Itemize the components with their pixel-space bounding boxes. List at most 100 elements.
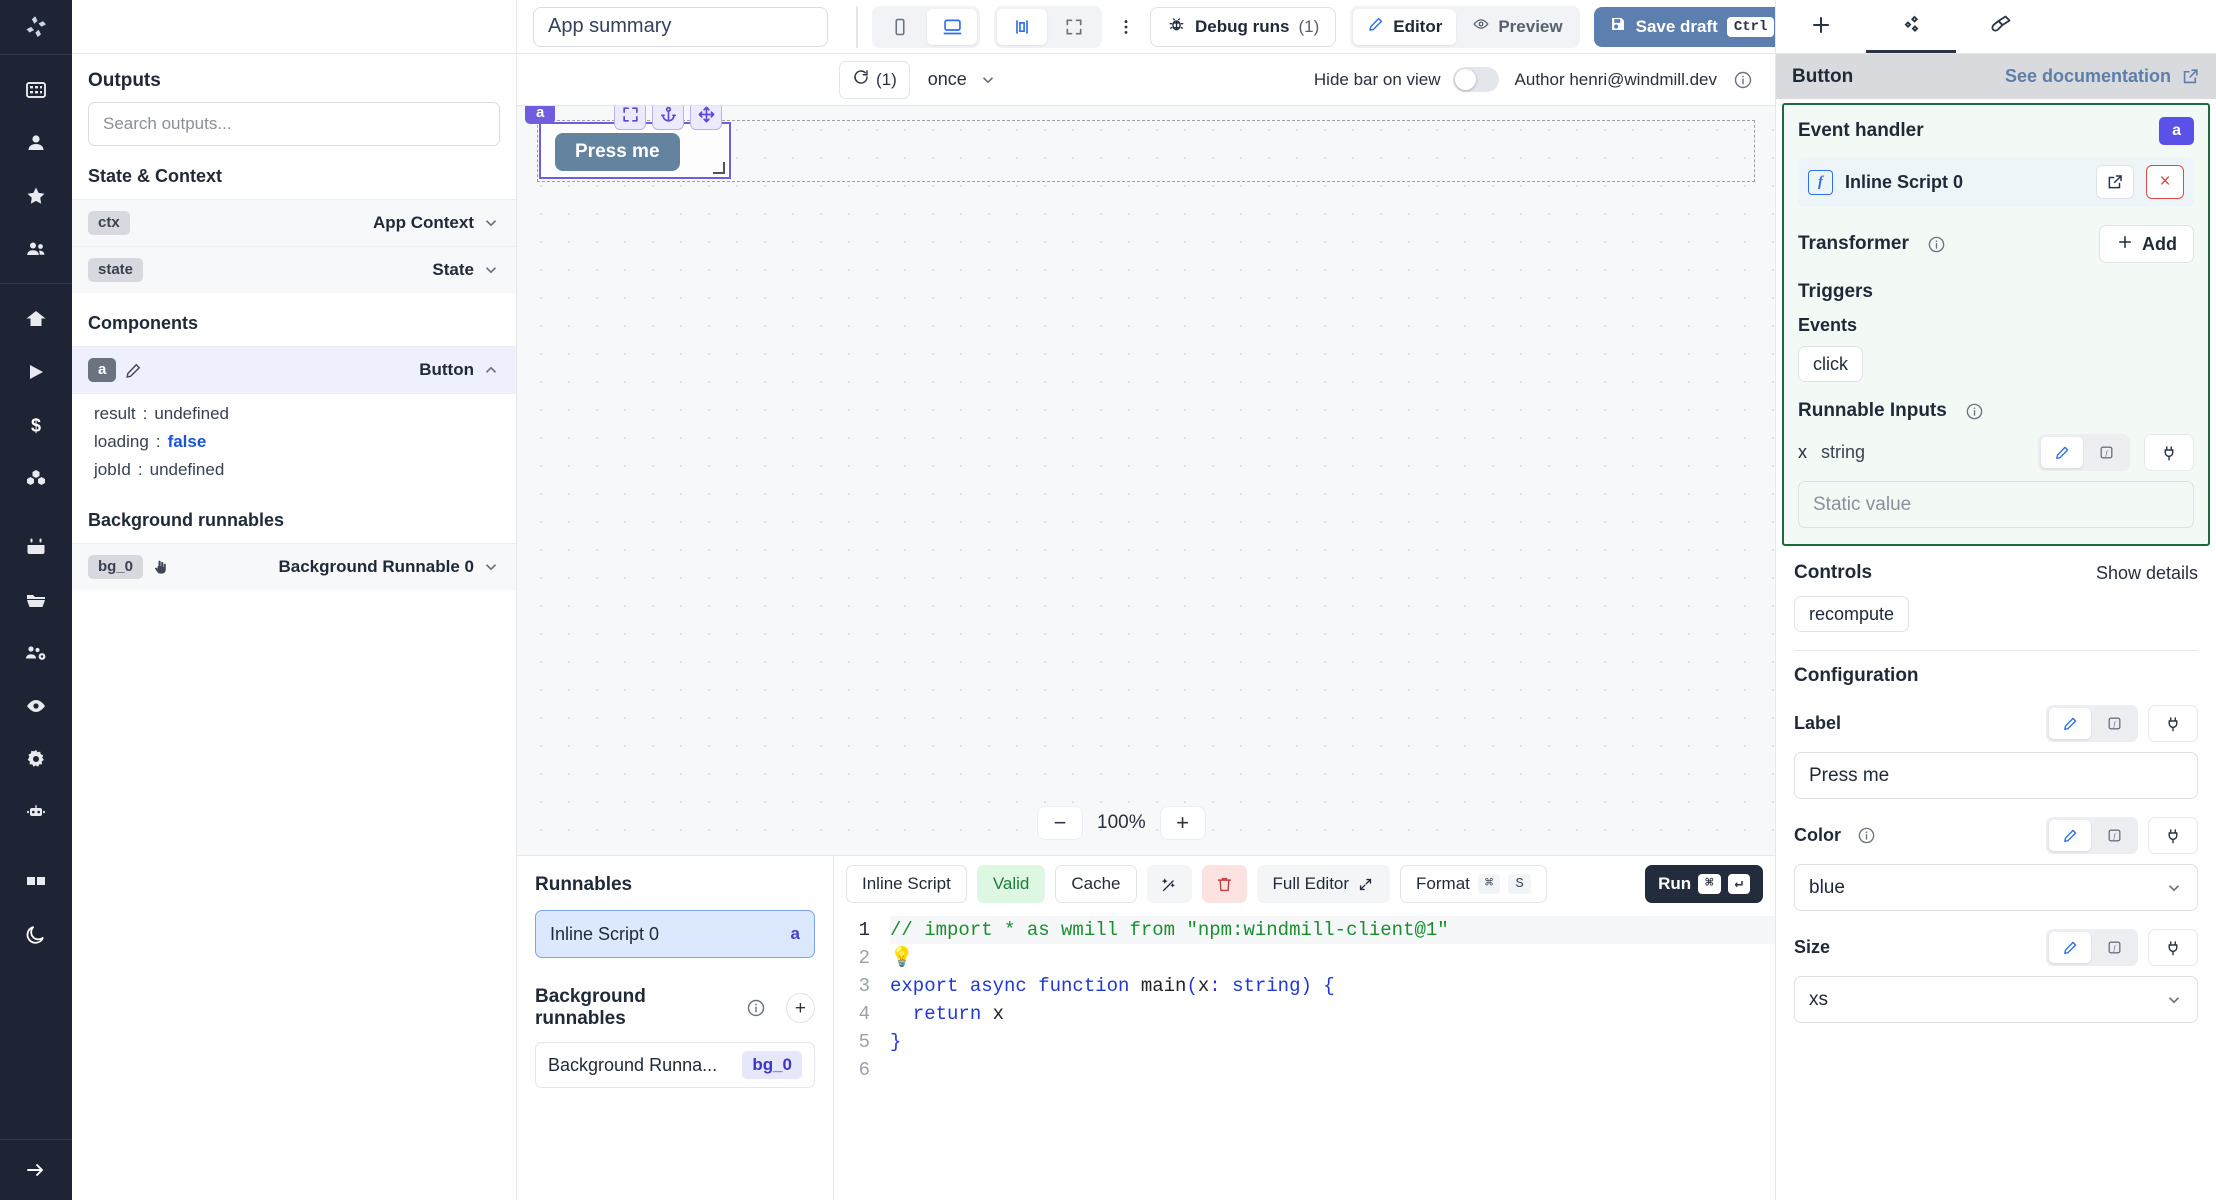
- config-color-select[interactable]: blue: [1794, 864, 2198, 911]
- script-kind-chip[interactable]: Inline Script: [846, 865, 967, 903]
- move-icon[interactable]: [690, 106, 722, 130]
- expression-mode-button[interactable]: f: [2085, 437, 2127, 468]
- info-icon[interactable]: [746, 998, 766, 1018]
- lightbulb-icon[interactable]: 💡: [890, 947, 914, 969]
- output-row-state[interactable]: state State: [72, 246, 516, 293]
- static-mode-button[interactable]: [2041, 437, 2083, 468]
- pencil-icon[interactable]: [124, 361, 143, 380]
- play-icon[interactable]: [0, 345, 72, 398]
- tab-preview[interactable]: Preview: [1458, 9, 1576, 45]
- static-mode-button[interactable]: [2049, 932, 2091, 963]
- arrow-right-icon[interactable]: [0, 1140, 72, 1200]
- event-handler-script-row[interactable]: f Inline Script 0 ×: [1798, 157, 2194, 207]
- background-runnable-item-bg0[interactable]: Background Runna... bg_0: [535, 1042, 815, 1088]
- app-canvas[interactable]: a Press me − 100% +: [517, 106, 1775, 855]
- event-chip-click[interactable]: click: [1798, 346, 1863, 382]
- see-documentation-link[interactable]: See documentation: [2005, 66, 2171, 87]
- moon-icon[interactable]: [0, 907, 72, 960]
- more-options-button[interactable]: [1116, 8, 1136, 46]
- expression-mode-button[interactable]: f: [2093, 820, 2135, 851]
- connect-color-button[interactable]: [2148, 817, 2198, 854]
- chevron-down-icon[interactable]: [482, 214, 500, 232]
- info-icon[interactable]: [1965, 402, 1984, 421]
- code-editor[interactable]: 1 2 3 4 5 6 // import * as wmill from "n…: [834, 912, 1775, 1200]
- add-transformer-button[interactable]: Add: [2099, 225, 2194, 263]
- eye-icon[interactable]: [0, 679, 72, 732]
- chevron-down-icon[interactable]: [482, 261, 500, 279]
- tab-add-component[interactable]: [1776, 0, 1866, 53]
- output-row-ctx[interactable]: ctx App Context: [72, 199, 516, 246]
- expression-mode-button[interactable]: f: [2093, 932, 2135, 963]
- frequency-select[interactable]: once: [922, 69, 997, 90]
- config-size-select[interactable]: xs: [1794, 976, 2198, 1023]
- tab-editor[interactable]: Editor: [1353, 8, 1457, 45]
- output-row-bg0[interactable]: bg_0 Background Runnable 0: [72, 543, 516, 590]
- expression-mode-button[interactable]: f: [2093, 708, 2135, 739]
- connect-label-button[interactable]: [2148, 705, 2198, 742]
- center-align-button[interactable]: [997, 8, 1047, 45]
- info-icon[interactable]: [1733, 70, 1753, 90]
- team-settings-icon[interactable]: [0, 626, 72, 679]
- config-label-input[interactable]: [1794, 752, 2198, 799]
- runnable-input-x-value[interactable]: [1798, 481, 2194, 528]
- info-icon[interactable]: [1857, 826, 1876, 845]
- show-details-link[interactable]: Show details: [2096, 563, 2198, 584]
- folder-icon[interactable]: [0, 573, 72, 626]
- connect-input-button[interactable]: [2144, 434, 2194, 471]
- tab-style[interactable]: [1956, 0, 2046, 53]
- building-icon[interactable]: [0, 63, 72, 116]
- outputs-heading: Outputs: [88, 70, 161, 91]
- mobile-view-button[interactable]: [875, 9, 925, 45]
- external-link-icon[interactable]: [2181, 67, 2200, 86]
- gear-icon[interactable]: [0, 732, 72, 785]
- app-title-input[interactable]: [533, 6, 828, 47]
- zoom-out-button[interactable]: −: [1037, 806, 1083, 840]
- full-editor-button[interactable]: Full Editor: [1256, 865, 1391, 903]
- expand-button[interactable]: [1049, 9, 1099, 45]
- robot-icon[interactable]: [0, 785, 72, 838]
- run-button[interactable]: Run ⌘ ↵: [1645, 865, 1763, 903]
- user-icon[interactable]: [0, 116, 72, 169]
- hide-bar-on-view-toggle[interactable]: [1452, 67, 1499, 92]
- dollar-icon[interactable]: $: [0, 398, 72, 451]
- calendar-icon[interactable]: [0, 520, 72, 573]
- field-sep: :: [155, 432, 161, 451]
- chevron-up-icon[interactable]: [482, 361, 500, 379]
- tab-component-settings[interactable]: [1866, 0, 1956, 53]
- delete-script-button[interactable]: [1201, 865, 1247, 903]
- add-background-runnable-button[interactable]: +: [785, 993, 815, 1023]
- desktop-view-button[interactable]: [927, 8, 977, 45]
- remove-event-handler-button[interactable]: ×: [2146, 165, 2184, 199]
- chevron-down-icon[interactable]: [482, 558, 500, 576]
- control-chip-recompute[interactable]: recompute: [1794, 596, 1910, 632]
- resize-handle[interactable]: [713, 162, 725, 174]
- format-button[interactable]: Format ⌘ S: [1400, 865, 1547, 903]
- ai-assist-icon[interactable]: [1146, 865, 1192, 903]
- users-icon[interactable]: [0, 222, 72, 275]
- book-icon[interactable]: [0, 854, 72, 907]
- search-outputs-input[interactable]: [88, 102, 500, 146]
- info-icon[interactable]: [1927, 235, 1946, 254]
- undo-button[interactable]: [857, 7, 858, 47]
- canvas-component-button[interactable]: a Press me: [525, 106, 731, 179]
- windmill-logo[interactable]: [0, 0, 72, 54]
- open-script-external-button[interactable]: [2096, 165, 2134, 199]
- home-icon[interactable]: [0, 292, 72, 345]
- debug-runs-button[interactable]: Debug runs (1): [1150, 6, 1337, 47]
- static-mode-button[interactable]: [2049, 708, 2091, 739]
- refresh-runs-button[interactable]: (1): [839, 60, 910, 99]
- runnable-inputs-header: Runnable Inputs: [1798, 400, 2194, 422]
- press-me-button[interactable]: Press me: [555, 133, 680, 171]
- pointer-hand-icon: [151, 557, 171, 577]
- hexagons-icon[interactable]: [0, 451, 72, 504]
- static-mode-button[interactable]: [2049, 820, 2091, 851]
- anchor-icon[interactable]: [652, 106, 684, 130]
- zoom-in-button[interactable]: +: [1159, 806, 1206, 840]
- component-row-button[interactable]: a Button: [72, 346, 516, 393]
- expand-component-icon[interactable]: [614, 106, 646, 130]
- runnable-item-inline-script-0[interactable]: Inline Script 0 a: [535, 910, 815, 958]
- cache-button[interactable]: Cache: [1055, 865, 1137, 903]
- star-icon[interactable]: [0, 169, 72, 222]
- code-text[interactable]: // import * as wmill from "npm:windmill-…: [882, 912, 1775, 1200]
- connect-size-button[interactable]: [2148, 929, 2198, 966]
